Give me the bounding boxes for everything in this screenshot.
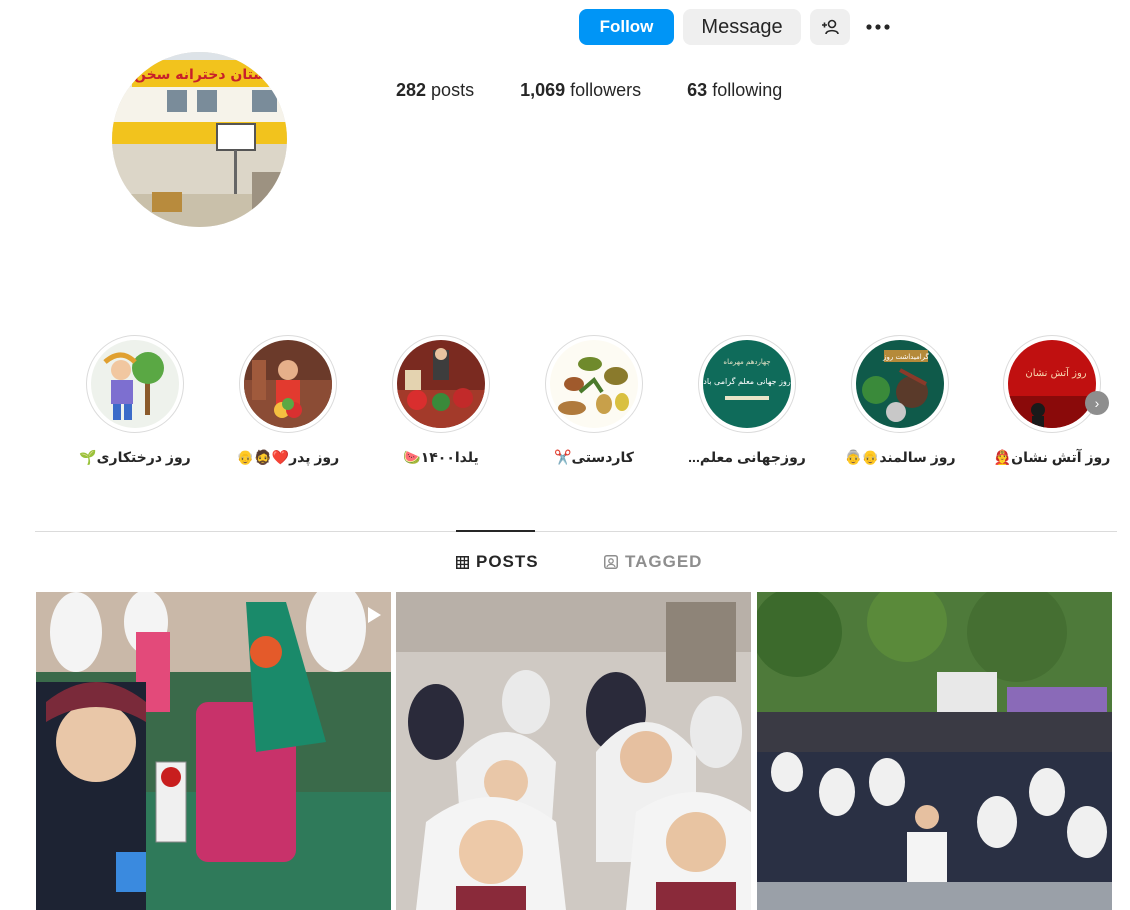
- more-dots-icon: [866, 24, 890, 30]
- highlight-label: روزجهانی معلم...: [688, 449, 806, 465]
- suggest-users-button[interactable]: [810, 9, 850, 45]
- post-thumbnail[interactable]: [36, 592, 391, 910]
- highlight-elderly-day[interactable]: گرامیداشت روز روز سالمند👴👵: [825, 335, 975, 466]
- highlight-yalda[interactable]: یلدا۱۴۰۰🍉: [366, 335, 516, 466]
- posts-count: 282 posts: [396, 80, 475, 100]
- following-link[interactable]: 63 following: [687, 80, 782, 101]
- highlight-label: روز درختکاری🌱: [79, 449, 191, 465]
- add-user-icon: [822, 19, 839, 35]
- highlight-label: یلدا۱۴۰۰🍉: [403, 449, 479, 465]
- teacher-day-text-1: چهاردهم مهرماه: [723, 358, 770, 366]
- highlight-label: کاردستی✂️: [554, 449, 634, 465]
- highlight-label: روز پدر❤️🧔👴: [236, 449, 340, 465]
- profile-avatar[interactable]: دبستان دخترانه سخن: [112, 52, 287, 227]
- elderly-day-text: گرامیداشت روز: [882, 352, 929, 361]
- tagged-user-icon: [604, 555, 618, 569]
- highlight-label: روز آتش نشان👨‍🚒: [993, 449, 1111, 465]
- firefighter-day-text: روز آتش نشان: [1025, 366, 1086, 379]
- active-tab-indicator: [456, 530, 535, 532]
- highlight-teachers-day[interactable]: چهاردهم مهرماه روز جهانی معلم گرامی باد …: [672, 335, 822, 466]
- profile-stats: 282 posts 1,069 followers 63 following: [396, 80, 828, 101]
- highlight-label: روز سالمند👴👵: [844, 449, 956, 465]
- message-button[interactable]: Message: [683, 9, 801, 45]
- highlights-next-arrow[interactable]: ›: [1085, 391, 1109, 415]
- follow-button[interactable]: Follow: [579, 9, 674, 45]
- teacher-day-text-2: روز جهانی معلم گرامی باد: [703, 376, 791, 386]
- tab-tagged-label: TAGGED: [625, 552, 703, 571]
- tab-tagged[interactable]: TAGGED: [604, 552, 702, 572]
- highlight-crafts[interactable]: کاردستی✂️: [519, 335, 669, 466]
- tab-posts-label: POSTS: [476, 552, 539, 571]
- tabs-divider: [35, 531, 1117, 532]
- post-thumbnail[interactable]: [396, 592, 751, 910]
- tab-posts[interactable]: POSTS: [456, 552, 539, 572]
- grid-icon: [456, 555, 469, 569]
- more-options-button[interactable]: [858, 9, 898, 45]
- post-thumbnail[interactable]: [757, 592, 1112, 910]
- highlight-fathers-day[interactable]: روز پدر❤️🧔👴: [213, 335, 363, 466]
- followers-link[interactable]: 1,069 followers: [520, 80, 641, 101]
- chevron-right-icon: ›: [1094, 395, 1100, 411]
- highlight-arbor-day[interactable]: روز درختکاری🌱: [60, 335, 210, 466]
- avatar-sign-text: دبستان دخترانه سخن: [134, 67, 280, 83]
